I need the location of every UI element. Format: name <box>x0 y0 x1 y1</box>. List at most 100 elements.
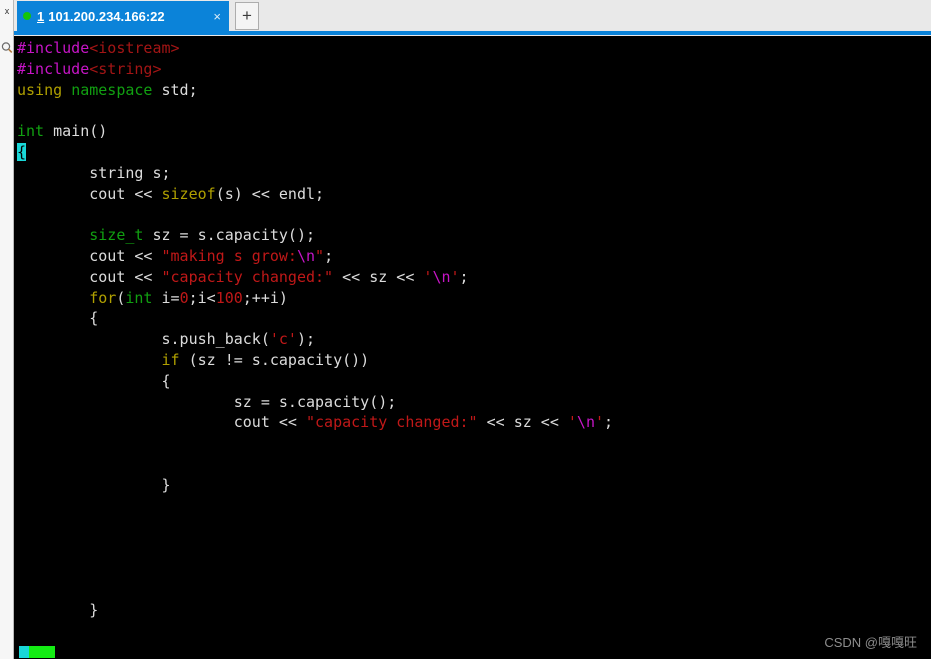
close-icon[interactable]: × <box>211 10 223 23</box>
terminal-token: cout << <box>17 246 162 265</box>
terminal-token: ; <box>459 267 469 286</box>
tab-bar: 1 101.200.234.166:22 × + <box>14 0 931 35</box>
terminal-line: for(int i=0;i<100;++i) <box>17 288 931 309</box>
tab-bar-accent-underline <box>14 31 931 35</box>
terminal-token: #include <box>17 39 90 57</box>
terminal-token: sz = s.capacity(); <box>143 226 316 245</box>
terminal-token: cout << <box>17 184 162 203</box>
rail-top-label: x <box>4 6 10 16</box>
terminal-token: s.push_back( <box>17 330 270 349</box>
terminal-token: ; <box>604 413 614 432</box>
terminal-token: cout << <box>17 267 162 286</box>
terminal-token: ' <box>450 267 460 286</box>
terminal-token: ; <box>324 246 334 265</box>
terminal-line: using namespace std; <box>17 80 931 101</box>
terminal-token: int <box>125 288 153 307</box>
terminal-token: ' <box>594 413 605 432</box>
terminal-line: cout << "capacity changed:" << sz << '\n… <box>17 267 931 288</box>
left-sidebar-rail[interactable]: x <box>0 0 14 659</box>
terminal-line: #include<string> <box>17 59 931 80</box>
terminal-line: } <box>17 600 931 621</box>
terminal-line: s.push_back('c'); <box>17 329 931 350</box>
terminal-token: { <box>17 371 171 390</box>
status-marker-cursor <box>19 646 29 658</box>
terminal-token: if <box>161 350 180 369</box>
terminal-token: <string> <box>89 59 162 78</box>
terminal-cursor: { <box>17 142 27 161</box>
terminal-line: { <box>17 371 931 392</box>
terminal-token: 'c' <box>269 330 297 349</box>
terminal-token: 0 <box>179 288 189 307</box>
terminal-token: (sz != s.capacity()) <box>179 350 370 369</box>
terminal-token: cout << <box>17 413 306 432</box>
terminal-window: x 1 101.200.234.166:22 × + #include<iost… <box>0 0 931 659</box>
terminal-token: \n <box>432 267 451 286</box>
terminal-token: size_t <box>89 226 144 245</box>
terminal-token: \n <box>576 413 595 432</box>
terminal-token: " <box>315 246 325 265</box>
tab-title-label: 101.200.234.166:22 <box>48 8 165 24</box>
terminal-token: "making s grow: <box>161 246 297 265</box>
terminal-token: "capacity changed:" <box>161 267 334 286</box>
terminal-token: int <box>17 122 45 141</box>
terminal-token: { <box>17 309 99 328</box>
terminal-token: sz = s.capacity(); <box>17 392 397 411</box>
terminal-token: (s) << endl; <box>215 184 325 203</box>
terminal-line: cout << sizeof(s) << endl; <box>17 184 931 205</box>
terminal-line: { <box>17 142 931 163</box>
terminal-token: } <box>17 600 99 619</box>
terminal-line: cout << "making s grow:\n"; <box>17 246 931 267</box>
terminal-token: string s; <box>17 163 171 182</box>
terminal-token: } <box>17 475 171 494</box>
terminal-token: ;i< <box>188 288 216 307</box>
terminal-token: std; <box>152 80 198 99</box>
terminal-token: for <box>89 288 117 307</box>
terminal-token: sizeof <box>161 184 216 203</box>
terminal-line: size_t sz = s.capacity(); <box>17 225 931 246</box>
terminal-line: #include<iostream> <box>17 38 931 59</box>
terminal-line: { <box>17 308 931 329</box>
terminal-line: } <box>17 475 931 496</box>
terminal-token: "capacity changed:" <box>305 413 478 432</box>
terminal-output[interactable]: #include<iostream> #include<string> using … <box>14 36 931 659</box>
terminal-line: int main() <box>17 121 931 142</box>
connection-status-dot <box>23 12 31 20</box>
terminal-token: \n <box>296 246 316 265</box>
terminal-line: sz = s.capacity(); <box>17 392 931 413</box>
status-marker-mode <box>29 646 55 658</box>
terminal-token: << sz << <box>477 413 568 432</box>
terminal-line: cout << "capacity changed:" << sz << '\n… <box>17 412 931 433</box>
tab-index-label: 1 <box>37 8 45 24</box>
watermark-label: CSDN @嘎嘎旺 <box>824 635 917 650</box>
terminal-token: namespace <box>71 80 153 99</box>
terminal-line: string s; <box>17 163 931 184</box>
terminal-token: 100 <box>215 288 243 307</box>
status-markers <box>19 646 55 658</box>
terminal-token: using <box>17 80 63 99</box>
terminal-token: ;++i) <box>242 288 288 307</box>
terminal-token: main() <box>44 122 108 141</box>
search-icon[interactable] <box>0 40 14 56</box>
terminal-token: ' <box>567 413 577 432</box>
terminal-token: <iostream> <box>89 39 180 57</box>
terminal-token: #include <box>17 59 90 78</box>
terminal-token: ); <box>296 330 316 349</box>
terminal-line: if (sz != s.capacity()) <box>17 350 931 371</box>
new-tab-button[interactable]: + <box>235 2 259 30</box>
terminal-token: << sz << <box>333 267 424 286</box>
terminal-token: i= <box>152 288 180 307</box>
tab-ssh-session[interactable]: 1 101.200.234.166:22 × <box>17 1 229 31</box>
